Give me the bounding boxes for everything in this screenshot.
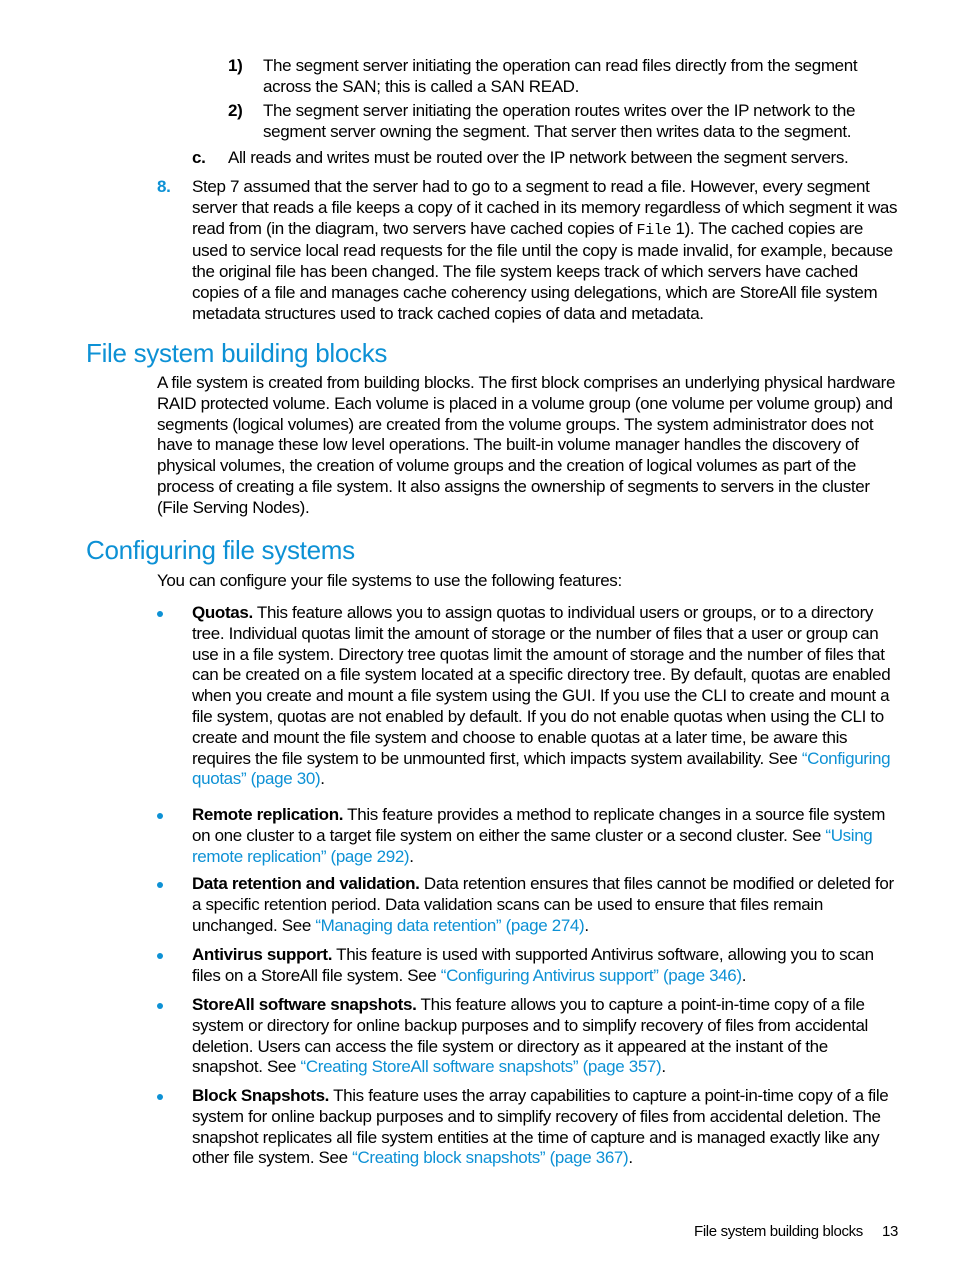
link-software-snapshots[interactable]: “Creating StoreAll software snapshots” (… — [301, 1057, 662, 1076]
configuring-intro: You can configure your file systems to u… — [157, 571, 622, 590]
code-file: File — [636, 221, 672, 239]
feature-end: . — [741, 965, 747, 985]
heading-building-blocks: File system building blocks — [86, 338, 388, 368]
feature-end: . — [661, 1057, 666, 1077]
feature-item-antivirus: Antivirus support. This feature is used … — [192, 945, 902, 987]
bullet-icon — [157, 1003, 163, 1009]
step-c-text: All reads and writes must be routed over… — [228, 148, 849, 167]
feature-end: . — [320, 769, 325, 789]
building-blocks-body: A file system is created from building b… — [157, 373, 896, 517]
substep-text: The segment server initiating the operat… — [263, 56, 858, 96]
feature-title: StoreAll software snapshots. — [192, 995, 417, 1014]
bullet-icon — [157, 882, 163, 888]
footer-section-title: File system building blocks — [694, 1223, 863, 1240]
page-number: 13 — [882, 1223, 898, 1240]
link-data-retention[interactable]: “Managing data retention” (page 274) — [315, 916, 584, 935]
bullet-icon — [157, 1094, 163, 1100]
step-8-text: Step 7 assumed that the server had to go… — [192, 177, 902, 325]
feature-title: Quotas. — [192, 603, 253, 622]
step-c-marker: c. — [192, 148, 206, 167]
feature-title: Block Snapshots. — [192, 1086, 330, 1105]
bullet-icon — [157, 611, 163, 617]
feature-end: . — [628, 1148, 633, 1168]
step-8-marker: 8. — [157, 177, 171, 196]
feature-title: Remote replication. — [192, 805, 344, 824]
bullet-icon — [157, 953, 163, 959]
feature-item-quotas: Quotas. This feature allows you to assig… — [192, 603, 902, 790]
heading-configuring: Configuring file systems — [86, 535, 355, 565]
substep-marker: 1) — [228, 56, 243, 75]
bullet-icon — [157, 813, 163, 819]
link-block-snapshots[interactable]: “Creating block snapshots” (page 367) — [352, 1148, 629, 1167]
feature-title: Data retention and validation. — [192, 874, 420, 893]
feature-item-data-retention: Data retention and validation. Data rete… — [192, 874, 902, 936]
feature-item-block-snapshots: Block Snapshots. This feature uses the a… — [192, 1086, 902, 1169]
link-antivirus[interactable]: “Configuring Antivirus support” (page 34… — [441, 966, 742, 985]
feature-item-remote-replication: Remote replication. This feature provide… — [192, 805, 902, 867]
feature-title: Antivirus support. — [192, 945, 333, 964]
substep-marker: 2) — [228, 101, 243, 120]
feature-text: This feature allows you to assign quotas… — [192, 603, 891, 768]
feature-end: . — [409, 846, 414, 866]
substep-text: The segment server initiating the operat… — [263, 101, 856, 141]
feature-end: . — [584, 915, 589, 935]
feature-item-software-snapshots: StoreAll software snapshots. This featur… — [192, 995, 902, 1078]
